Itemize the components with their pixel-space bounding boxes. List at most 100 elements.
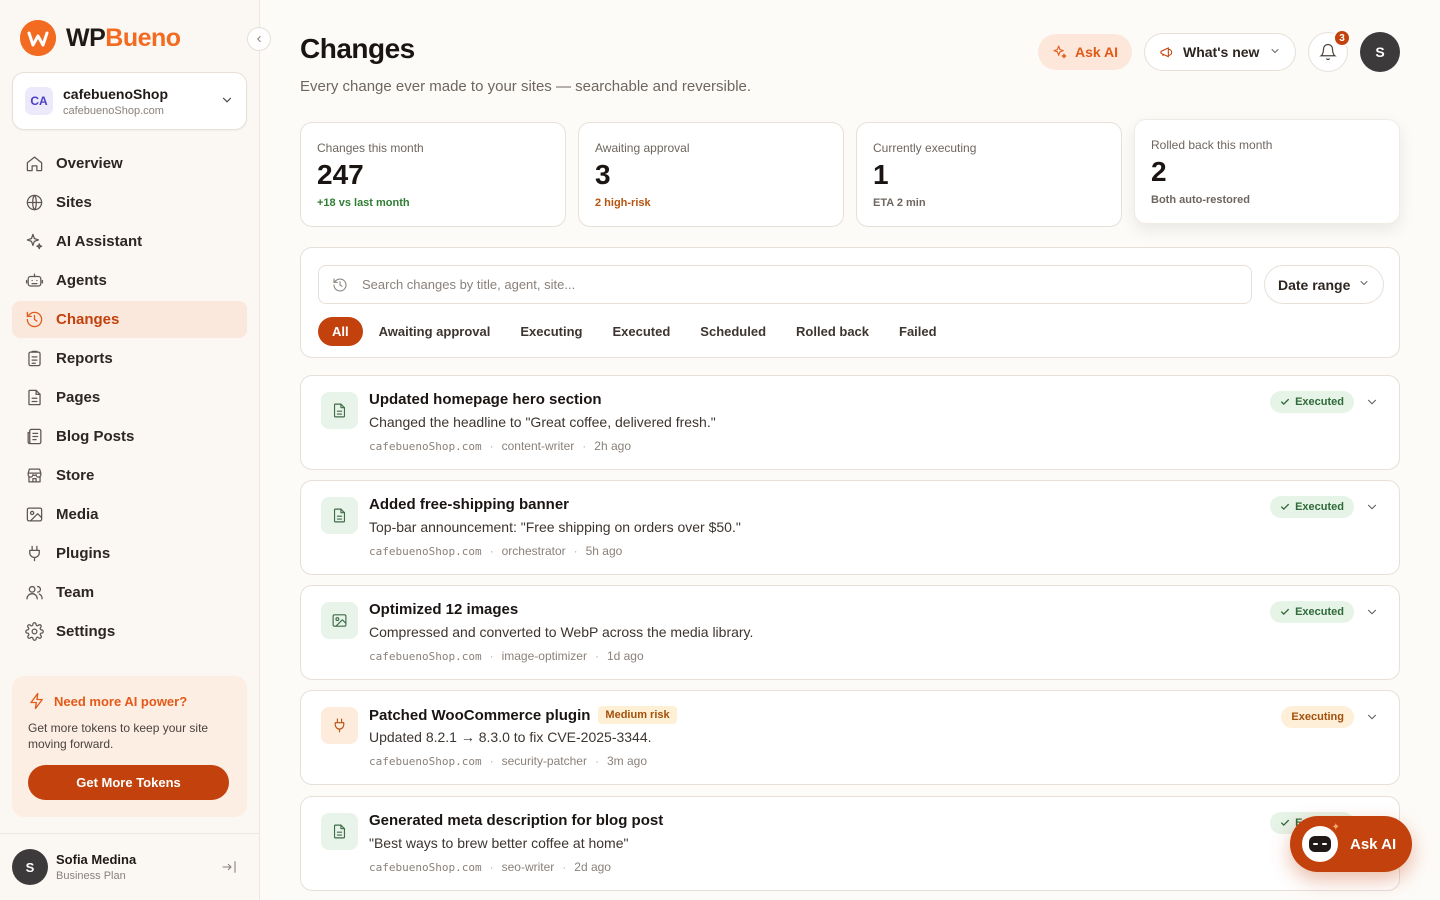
change-description: Updated 8.2.1 → 8.3.0 to fix CVE-2025-33… <box>369 729 652 745</box>
sidebar-item-agents[interactable]: Agents <box>12 262 247 299</box>
stat-card-awaiting-approval: Awaiting approval 3 2 high-risk <box>578 122 844 227</box>
logout-icon[interactable] <box>221 859 237 875</box>
search-input[interactable] <box>362 277 1222 292</box>
stat-card-changes-this-month: Changes this month 247 +18 vs last month <box>300 122 566 227</box>
change-card[interactable]: Updated homepage hero section Changed th… <box>300 375 1400 470</box>
expand-chevron-icon[interactable] <box>1365 605 1379 619</box>
tab-scheduled[interactable]: Scheduled <box>686 317 780 346</box>
sidebar-item-store[interactable]: Store <box>12 457 247 494</box>
history-icon <box>333 277 347 291</box>
tab-awaiting-approval[interactable]: Awaiting approval <box>365 317 505 346</box>
ask-ai-button[interactable]: Ask AI <box>1038 34 1132 70</box>
get-more-tokens-button[interactable]: Get More Tokens <box>28 765 229 800</box>
avatar[interactable]: S <box>1360 32 1400 72</box>
stat-value: 2 <box>1151 156 1167 187</box>
change-card[interactable]: Patched WooCommerce plugin Medium risk U… <box>300 690 1400 785</box>
status-tabs: All Awaiting approval Executing Executed… <box>318 317 953 346</box>
change-agent: image-optimizer <box>501 649 587 663</box>
change-title: Generated meta description for blog post <box>369 812 663 829</box>
whats-new-button[interactable]: What's new <box>1144 33 1296 71</box>
sidebar-item-plugins[interactable]: Plugins <box>12 535 247 572</box>
site-avatar: CA <box>25 87 53 115</box>
stat-value: 1 <box>873 159 889 190</box>
risk-badge: Medium risk <box>598 706 677 724</box>
tab-all[interactable]: All <box>318 317 363 346</box>
site-switcher[interactable]: CA cafebuenoShop cafebuenoShop.com <box>12 72 247 130</box>
plug-icon <box>24 544 44 564</box>
file-icon <box>24 388 44 408</box>
user-name: Sofia Medina <box>56 852 137 867</box>
user-profile[interactable]: S Sofia Medina Business Plan <box>0 833 259 900</box>
search-field[interactable] <box>318 265 1252 304</box>
expand-chevron-icon[interactable] <box>1365 710 1379 724</box>
gear-icon <box>24 622 44 642</box>
sidebar-item-label: Blog Posts <box>56 428 135 445</box>
sidebar-item-label: Plugins <box>56 545 111 562</box>
tab-rolled-back[interactable]: Rolled back <box>782 317 883 346</box>
sidebar-item-label: Changes <box>56 311 120 328</box>
stat-note: Both auto-restored <box>1151 194 1250 206</box>
change-card[interactable]: Generated meta description for blog post… <box>300 796 1400 891</box>
chevron-down-icon <box>1269 45 1281 60</box>
sidebar-item-blog-posts[interactable]: Blog Posts <box>12 418 247 455</box>
change-agent: content-writer <box>501 439 575 453</box>
status-badge: Executed <box>1270 601 1354 623</box>
change-card[interactable]: Added free-shipping banner Top-bar annou… <box>300 480 1400 575</box>
token-promo-card: Need more AI power? Get more tokens to k… <box>12 676 247 817</box>
tab-executed[interactable]: Executed <box>598 317 684 346</box>
stat-card-rolled-back[interactable]: Rolled back this month 2 Both auto-resto… <box>1134 119 1400 224</box>
expand-chevron-icon[interactable] <box>1365 395 1379 409</box>
sidebar-item-label: Reports <box>56 350 113 367</box>
sidebar-item-label: Media <box>56 506 99 523</box>
change-title-text: Optimized 12 images <box>369 601 519 618</box>
sidebar-item-label: Team <box>56 584 95 601</box>
sidebar-item-overview[interactable]: Overview <box>12 145 247 182</box>
change-description: "Best ways to brew better coffee at home… <box>369 835 629 851</box>
change-meta: cafebuenoShop.com · content-writer · 2h ag… <box>369 439 631 453</box>
sidebar-item-media[interactable]: Media <box>12 496 247 533</box>
sidebar-item-label: Pages <box>56 389 101 406</box>
sparkles-icon <box>24 232 44 252</box>
floating-ask-ai-button[interactable]: ✦ Ask AI <box>1290 816 1412 872</box>
date-range-button[interactable]: Date range <box>1264 265 1384 304</box>
sidebar-item-label: Sites <box>56 194 92 211</box>
stat-note: ETA 2 min <box>873 197 926 209</box>
tab-executing[interactable]: Executing <box>506 317 596 346</box>
change-time: 2h ago <box>594 439 631 453</box>
user-plan: Business Plan <box>56 870 126 882</box>
change-time: 1d ago <box>606 649 644 663</box>
tab-failed[interactable]: Failed <box>885 317 951 346</box>
change-time: 2d ago <box>574 860 611 874</box>
avatar: S <box>12 849 48 885</box>
change-meta: cafebuenoShop.com · orchestrator · 5h ago <box>369 544 623 558</box>
users-icon <box>24 583 44 603</box>
fab-label: Ask AI <box>1350 835 1397 853</box>
page-title: Changes <box>300 33 415 64</box>
sidebar-item-team[interactable]: Team <box>12 574 247 611</box>
change-title: Patched WooCommerce plugin Medium risk <box>369 706 677 724</box>
change-meta: cafebuenoShop.com · image-optimizer · 1d a… <box>369 649 644 663</box>
sidebar-item-changes[interactable]: Changes <box>12 301 247 338</box>
sparkles-icon <box>1053 45 1067 59</box>
change-title-text: Updated homepage hero section <box>369 391 602 408</box>
check-icon <box>1281 608 1290 615</box>
megaphone-icon <box>1160 47 1173 58</box>
notification-count-badge: 3 <box>1333 29 1351 47</box>
promo-text: Get more tokens to keep your site moving… <box>28 721 209 751</box>
change-title: Optimized 12 images <box>369 601 518 618</box>
sidebar-item-label: Agents <box>56 272 107 289</box>
change-title: Added free-shipping banner <box>369 496 569 513</box>
sidebar-item-ai-assistant[interactable]: AI Assistant <box>12 223 247 260</box>
sidebar-item-pages[interactable]: Pages <box>12 379 247 416</box>
brand-logo[interactable]: WPBueno <box>20 20 181 56</box>
image-icon <box>321 602 358 639</box>
change-site: cafebuenoShop.com <box>369 860 482 874</box>
expand-chevron-icon[interactable] <box>1365 500 1379 514</box>
sidebar-item-reports[interactable]: Reports <box>12 340 247 377</box>
filter-panel: Date range All Awaiting approval Executi… <box>300 247 1400 358</box>
change-title-text: Patched WooCommerce plugin <box>369 706 591 724</box>
change-card[interactable]: Optimized 12 images Compressed and conve… <box>300 585 1400 680</box>
collapse-sidebar-button[interactable] <box>247 27 271 51</box>
sidebar-item-settings[interactable]: Settings <box>12 613 247 650</box>
sidebar-item-sites[interactable]: Sites <box>12 184 247 221</box>
